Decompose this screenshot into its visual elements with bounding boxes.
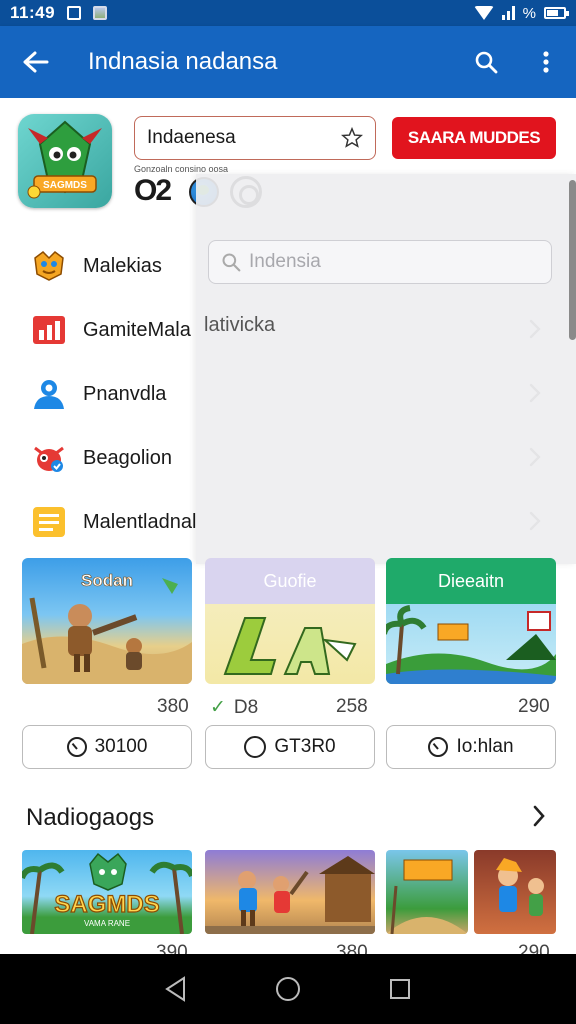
game-character-icon: [31, 248, 67, 284]
card-title: Sodan: [81, 571, 133, 590]
battery-percent: %: [522, 4, 536, 22]
overlay-ghost-text: lativicka: [204, 314, 276, 336]
overlay-scrollbar[interactable]: [569, 180, 576, 340]
svg-text:SAGMDS: SAGMDS: [43, 180, 87, 191]
game-card[interactable]: Sodan: [22, 558, 192, 684]
game-thumbnail-image: [386, 605, 556, 684]
list-item-label: Malekias: [83, 254, 162, 277]
search-icon: [222, 253, 241, 272]
app-search-value: Indaenesa: [147, 127, 236, 148]
clock-icon: [428, 737, 449, 757]
circle-home-icon: [276, 977, 300, 1001]
install-button[interactable]: SAARA MUDDES: [392, 117, 556, 159]
bug-icon: [31, 440, 67, 476]
notes-icon: [31, 504, 67, 540]
card-count: 258: [336, 696, 368, 717]
main-content: SAGMDS Indaenesa SAARA MUDDES Gonzoaln c…: [0, 98, 576, 954]
game-thumbnail-image: Sodan: [22, 571, 192, 684]
card-count: 390: [156, 942, 188, 954]
list-item-label: GamiteMala: [83, 318, 191, 341]
section-title: Nadiogaogs: [26, 804, 155, 831]
search-button[interactable]: [456, 26, 516, 98]
game-card[interactable]: [386, 850, 468, 934]
game-card[interactable]: [474, 850, 556, 934]
card-count: 380: [336, 942, 368, 954]
game-thumbnail-image: SAGMDS VAMA RANE: [22, 852, 192, 934]
nav-recents-button[interactable]: [380, 969, 420, 1009]
app-icon[interactable]: SAGMDS: [18, 114, 112, 208]
page-title: Indnasia nadansa: [88, 48, 278, 75]
chart-icon: [31, 312, 67, 348]
overlay-search-field[interactable]: Indensia: [208, 240, 552, 284]
rating-caption: Gonzoaln consino oosa: [134, 164, 229, 174]
ring-icon: [244, 736, 267, 758]
search-icon: [475, 51, 498, 74]
card-count: 290: [518, 696, 550, 717]
card-count-left-value: D8: [233, 696, 259, 718]
card-header: Guofie: [205, 558, 375, 604]
game-card[interactable]: Dieeaitn: [386, 558, 556, 684]
card-title: Guofie: [263, 570, 317, 591]
check-icon: ✓: [210, 697, 226, 718]
card-count: 290: [518, 942, 550, 954]
system-nav-bar: [0, 954, 576, 1024]
wifi-icon: [473, 6, 494, 20]
bottom-card-subtitle: VAMA RANE: [84, 919, 130, 928]
card-header: Dieeaitn: [386, 558, 556, 604]
game-card[interactable]: SAGMDS VAMA RANE: [22, 850, 192, 934]
nav-home-button[interactable]: [268, 969, 308, 1009]
bottom-card-title: SAGMDS: [54, 891, 159, 918]
search-overlay-panel: Indensia lativicka: [196, 174, 576, 564]
list-item-label: Beagolion: [83, 446, 172, 469]
list-item-label: Pnanvdla: [83, 382, 167, 405]
notification-icon: [67, 6, 82, 20]
card-action-label: GT3R0: [274, 736, 336, 757]
rating-value: O2: [134, 174, 172, 207]
list-item-label: Malentladnal: [83, 510, 197, 533]
game-thumbnail-image: [496, 858, 544, 916]
star-icon[interactable]: [341, 127, 363, 149]
chevron-right-icon[interactable]: [532, 804, 546, 828]
game-thumbnail-image: [386, 859, 468, 934]
battery-icon: [544, 7, 569, 19]
game-thumbnail-image: [223, 617, 357, 675]
game-card[interactable]: [205, 850, 375, 934]
status-bar: 11:49 %: [0, 0, 576, 26]
more-vert-icon: [543, 51, 549, 73]
card-action-button[interactable]: GT3R0: [205, 725, 375, 769]
dragon-logo-icon: SAGMDS: [27, 120, 102, 199]
overlay-search-placeholder: Indensia: [249, 251, 321, 272]
status-time: 11:49: [10, 3, 56, 22]
clock-icon: [66, 737, 87, 757]
app-bar: Indnasia nadansa: [0, 26, 576, 98]
app-search-field[interactable]: Indaenesa: [134, 116, 376, 160]
person-icon: [31, 376, 67, 412]
overflow-menu-button[interactable]: [516, 26, 576, 98]
card-action-button[interactable]: Io:hlan: [386, 725, 556, 769]
card-action-button[interactable]: 30100: [22, 725, 192, 769]
image-notification-icon: [93, 6, 108, 20]
triangle-back-icon: [165, 976, 185, 1002]
game-card[interactable]: Guofie: [205, 558, 375, 684]
app-screen: 11:49 % Indnasia nadansa SAGMDS Indaenes…: [0, 0, 576, 1024]
card-title: Dieeaitn: [437, 570, 505, 591]
game-thumbnail-image: [205, 856, 375, 934]
square-recents-icon: [390, 979, 410, 999]
back-button[interactable]: [0, 26, 72, 98]
card-count-left: ✓ D8: [210, 696, 258, 719]
card-count: 380: [157, 696, 189, 717]
back-arrow-icon: [23, 51, 49, 73]
card-action-label: Io:hlan: [456, 736, 514, 757]
card-action-label: 30100: [94, 736, 148, 757]
nav-back-button[interactable]: [156, 969, 196, 1009]
signal-icon: [501, 6, 515, 20]
